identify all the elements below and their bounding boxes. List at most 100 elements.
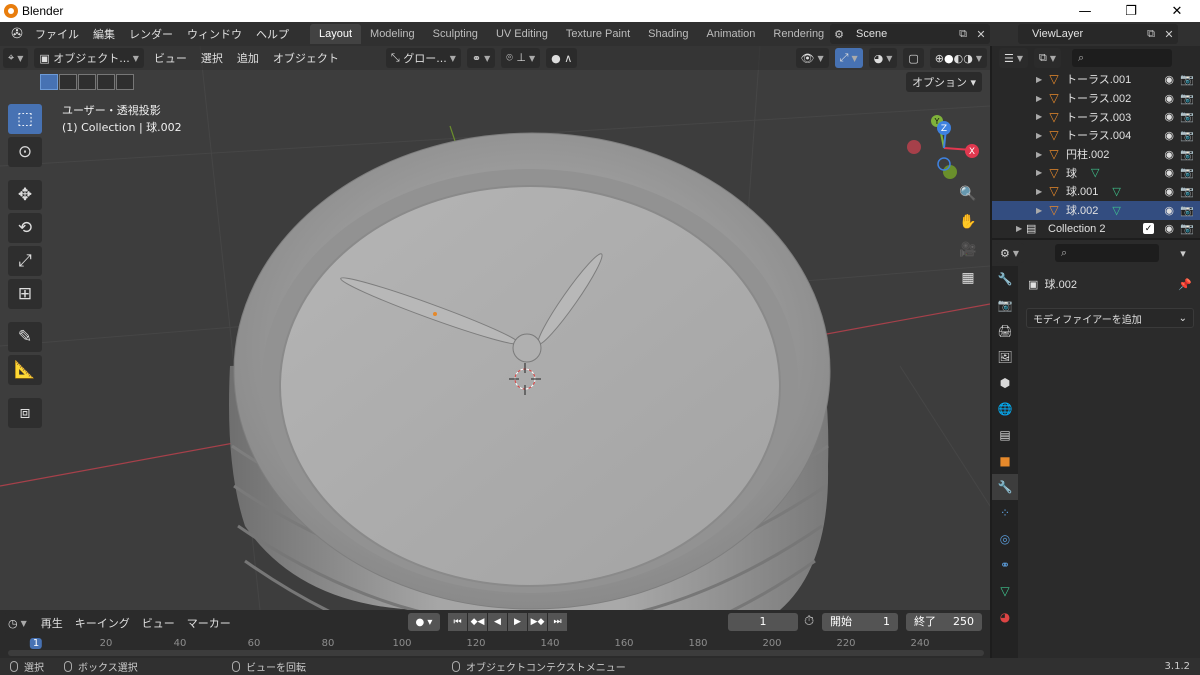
- timeline-menu-view[interactable]: ビュー: [136, 615, 181, 631]
- tab-rendering[interactable]: Rendering: [764, 24, 833, 44]
- minimize-button[interactable]: —: [1062, 0, 1108, 22]
- visibility-eye-icon[interactable]: ◉: [1164, 222, 1174, 235]
- gizmo-neg-x-handle[interactable]: [907, 140, 921, 154]
- expand-arrow-icon[interactable]: ▶: [1036, 150, 1046, 159]
- outliner-search-input[interactable]: ⌕: [1072, 49, 1173, 67]
- options-dropdown[interactable]: オプション ▾: [905, 72, 982, 92]
- outliner-item[interactable]: ▶ ▽ 球.001 ▽ ◉ 📷: [992, 182, 1200, 201]
- expand-arrow-icon[interactable]: ▶: [1036, 94, 1046, 103]
- current-frame-field[interactable]: 1: [728, 613, 798, 631]
- select-intersect-icon[interactable]: [116, 74, 134, 90]
- end-frame-field[interactable]: 終了 250: [906, 613, 982, 631]
- outliner-item[interactable]: ▶ ▽ 球 ▽ ◉ 📷: [992, 163, 1200, 182]
- visibility-eye-icon[interactable]: ◉: [1164, 110, 1174, 123]
- visibility-eye-icon[interactable]: ◉: [1164, 129, 1174, 142]
- remove-scene-icon[interactable]: ✕: [972, 25, 990, 43]
- properties-search-input[interactable]: ⌕: [1055, 244, 1160, 262]
- camera-icon[interactable]: 🎥: [956, 238, 980, 262]
- cursor-tool-icon[interactable]: ⊙: [8, 137, 42, 167]
- timeline-menu-marker[interactable]: マーカー: [181, 615, 237, 631]
- particles-tab-icon[interactable]: ⁘: [992, 500, 1018, 526]
- render-camera-icon[interactable]: 📷: [1180, 185, 1194, 198]
- select-subtract-icon[interactable]: [78, 74, 96, 90]
- render-camera-icon[interactable]: 📷: [1180, 92, 1194, 105]
- render-camera-icon[interactable]: 📷: [1180, 222, 1194, 235]
- auto-keying-button[interactable]: ● ▾: [408, 613, 440, 631]
- editor-type-dropdown[interactable]: ⌖ ▼: [3, 48, 29, 68]
- view-layer-selector[interactable]: ViewLayer ⧉ ✕: [1018, 24, 1178, 44]
- scene-selector[interactable]: ⚙ Scene ⧉ ✕: [830, 24, 990, 44]
- timeline-editor-type-dropdown[interactable]: ◷ ▼: [3, 613, 32, 633]
- select-new-icon[interactable]: [40, 74, 58, 90]
- timeline-menu-keying[interactable]: キーイング: [69, 615, 136, 631]
- output-tab-icon[interactable]: 🖨: [992, 318, 1018, 344]
- proportional-edit-toggle[interactable]: ● ∧: [546, 48, 578, 68]
- zoom-icon[interactable]: 🔍: [956, 182, 980, 206]
- world-tab-icon[interactable]: 🌐: [992, 396, 1018, 422]
- tab-texture-paint[interactable]: Texture Paint: [557, 24, 639, 44]
- outliner-item[interactable]: ▶ ▽ トーラス.002 ◉ 📷: [992, 89, 1200, 108]
- viewport-menu-add[interactable]: 追加: [230, 50, 266, 66]
- tab-sculpting[interactable]: Sculpting: [424, 24, 487, 44]
- tab-modeling[interactable]: Modeling: [361, 24, 424, 44]
- viewport-menu-object[interactable]: オブジェクト: [266, 50, 346, 66]
- pivot-dropdown[interactable]: ⚭ ▼: [466, 48, 496, 68]
- timeline-editor[interactable]: ◷ ▼ 再生 キーイング ビュー マーカー ● ▾ ⏮ ◆◀ ◀ ▶ ▶◆ ⏭ 1…: [0, 610, 990, 658]
- constraints-tab-icon[interactable]: ⚭: [992, 552, 1018, 578]
- move-tool-icon[interactable]: ✥: [8, 180, 42, 210]
- menu-file[interactable]: ファイル: [28, 26, 86, 42]
- render-camera-icon[interactable]: 📷: [1180, 204, 1194, 217]
- menu-render[interactable]: レンダー: [122, 26, 180, 42]
- expand-arrow-icon[interactable]: ▶: [1036, 112, 1046, 121]
- tab-animation[interactable]: Animation: [698, 24, 765, 44]
- material-icon[interactable]: ◐: [954, 52, 964, 65]
- rotate-tool-icon[interactable]: ⟲: [8, 213, 42, 243]
- snap-toggle[interactable]: ⌾ ⊥ ▼: [501, 48, 541, 68]
- scene-tab-icon[interactable]: ⬢: [992, 370, 1018, 396]
- timeline-scrollbar[interactable]: [8, 650, 984, 656]
- transform-orientation-dropdown[interactable]: ⤡ グロー... ▼: [385, 48, 461, 68]
- rendered-icon[interactable]: ◑: [963, 52, 973, 65]
- render-camera-icon[interactable]: 📷: [1180, 73, 1194, 86]
- 3d-viewport[interactable]: ⌖ ▼ ▣ オブジェクト... ▼ ビュー 選択 追加 オブジェクト ⤡ グロー..…: [0, 46, 990, 610]
- tool-tab-icon[interactable]: 🔧: [992, 266, 1018, 292]
- mode-dropdown[interactable]: ▣ オブジェクト... ▼: [34, 48, 144, 68]
- shading-modes[interactable]: ⊕ ● ◐ ◑ ▼: [929, 48, 987, 68]
- exclude-checkbox[interactable]: ✓: [1143, 223, 1154, 235]
- ortho-grid-icon[interactable]: ▦: [956, 266, 980, 290]
- close-button[interactable]: ✕: [1154, 0, 1200, 22]
- play-reverse-icon[interactable]: ◀: [488, 613, 507, 631]
- outliner-item[interactable]: ▶ ▽ 円柱.002 ◉ 📷: [992, 145, 1200, 164]
- expand-arrow-icon[interactable]: ▶: [1036, 187, 1046, 196]
- timeline-menu-playback[interactable]: 再生: [35, 615, 69, 631]
- new-view-layer-icon[interactable]: ⧉: [1142, 25, 1160, 43]
- modifier-icon[interactable]: ▽: [1112, 185, 1120, 198]
- properties-editor-type-dropdown[interactable]: ⚙ ▼: [995, 243, 1025, 263]
- visibility-eye-icon[interactable]: ◉: [1164, 166, 1174, 179]
- gizmo-neg-z-handle[interactable]: [937, 157, 951, 171]
- annotate-tool-icon[interactable]: ✎: [8, 322, 42, 352]
- outliner-item[interactable]: ▶ ▽ トーラス.004 ◉ 📷: [992, 126, 1200, 145]
- modifier-icon[interactable]: ▽: [1112, 204, 1120, 217]
- outliner-editor-type-dropdown[interactable]: ☰ ▼: [999, 48, 1029, 68]
- menu-edit[interactable]: 編集: [86, 26, 122, 42]
- outliner-item[interactable]: ▶ ▽ トーラス.001 ◉ 📷: [992, 70, 1200, 89]
- data-tab-icon[interactable]: ▽: [992, 578, 1018, 604]
- outliner-item[interactable]: ▶ ▽ トーラス.003 ◉ 📷: [992, 107, 1200, 126]
- menu-window[interactable]: ウィンドウ: [180, 26, 249, 42]
- expand-arrow-icon[interactable]: ▶: [1016, 224, 1026, 233]
- viewport-menu-select[interactable]: 選択: [194, 50, 230, 66]
- viewport-menu-view[interactable]: ビュー: [147, 50, 194, 66]
- measure-tool-icon[interactable]: 📐: [8, 355, 42, 385]
- visibility-eye-icon[interactable]: ◉: [1164, 204, 1174, 217]
- visibility-eye-icon[interactable]: ◉: [1164, 92, 1174, 105]
- view-layer-tab-icon[interactable]: 🖼: [992, 344, 1018, 370]
- add-cube-tool-icon[interactable]: ⧈: [8, 398, 42, 428]
- clock-icon[interactable]: ⏱: [804, 614, 814, 629]
- play-icon[interactable]: ▶: [508, 613, 527, 631]
- xray-toggle[interactable]: ▢: [903, 48, 924, 68]
- visibility-eye-icon[interactable]: ◉: [1164, 73, 1174, 86]
- collection-tab-icon[interactable]: ▤: [992, 422, 1018, 448]
- visibility-dropdown[interactable]: 👁 ▼: [795, 48, 829, 68]
- expand-arrow-icon[interactable]: ▶: [1036, 75, 1046, 84]
